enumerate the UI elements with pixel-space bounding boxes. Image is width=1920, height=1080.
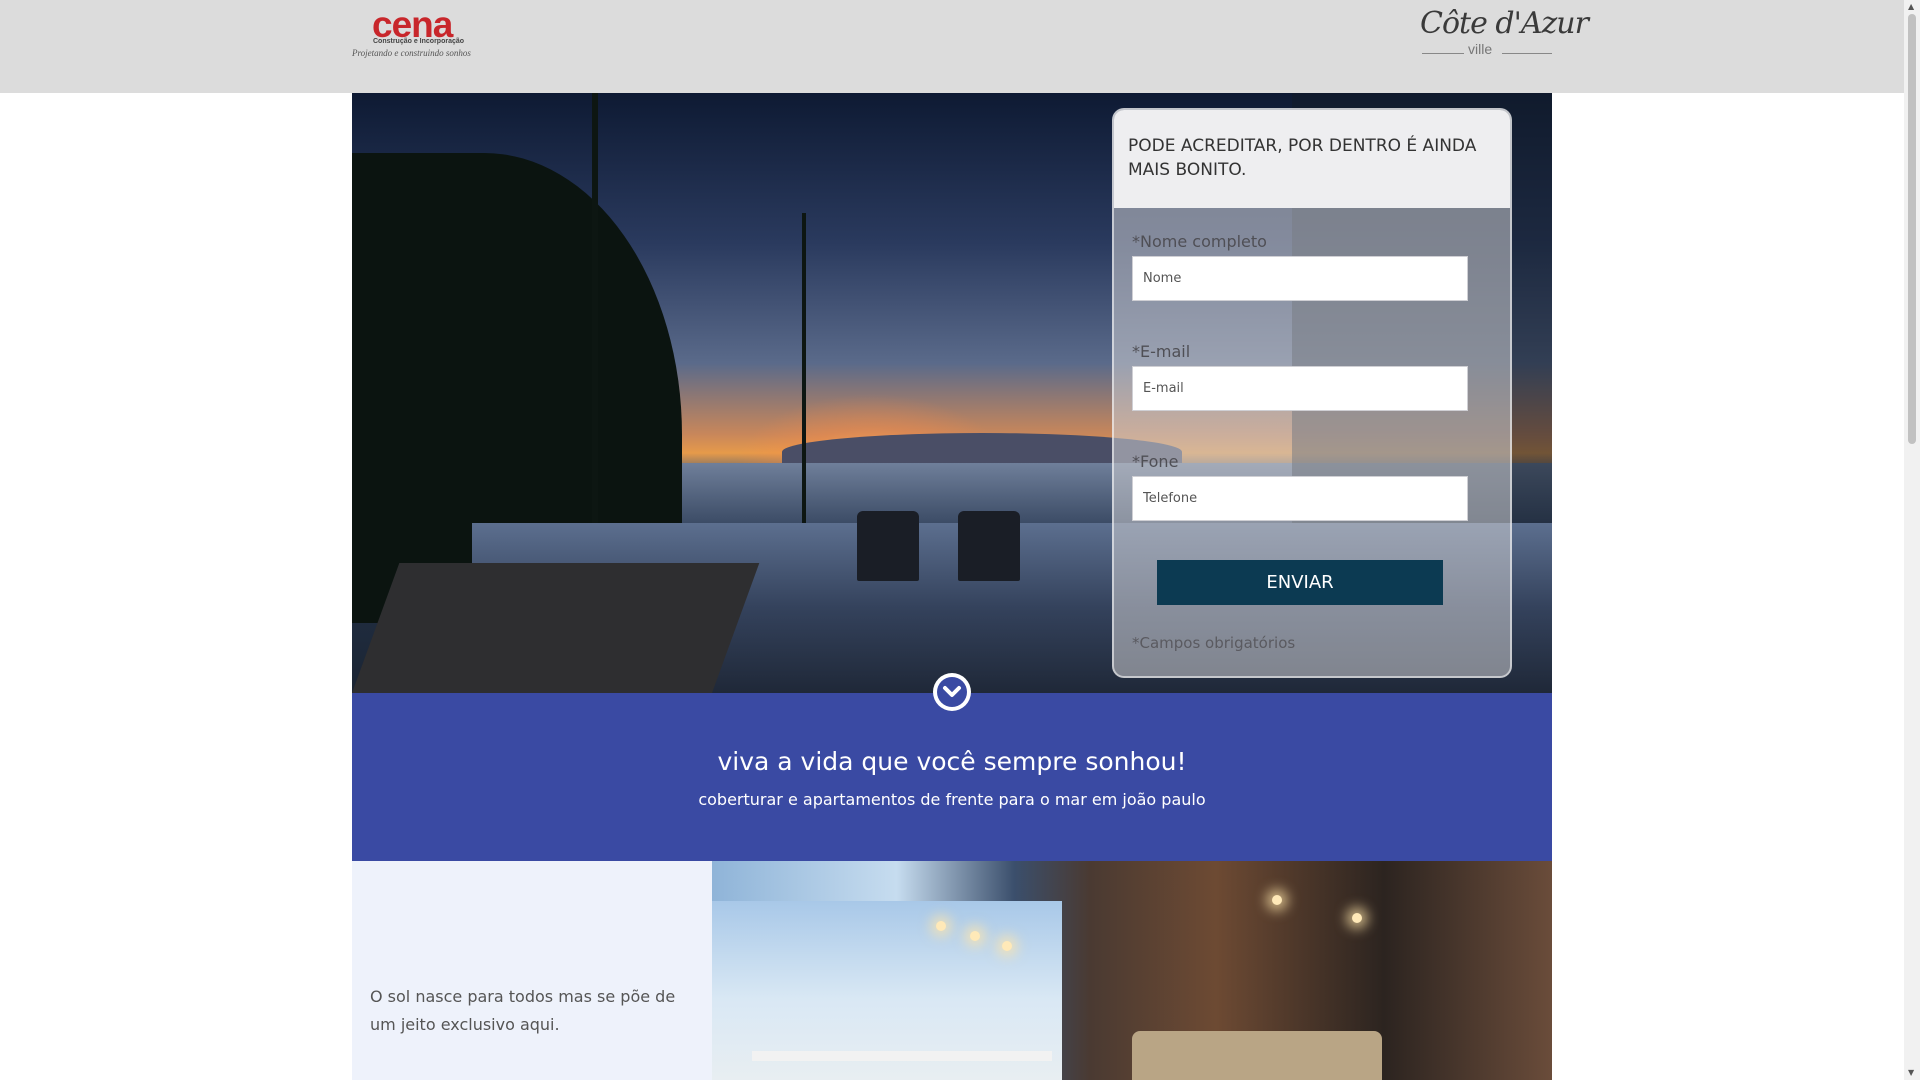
cena-logo-tagline: Projetando e construindo sonhos bbox=[352, 48, 471, 58]
logo-divider-right bbox=[1502, 53, 1552, 54]
scrollbar-thumb[interactable] bbox=[1908, 14, 1916, 444]
feature-text-panel: O sol nasce para todos mas se põe de um … bbox=[352, 861, 712, 1080]
pendant-light bbox=[1002, 941, 1012, 951]
dining-table bbox=[752, 1051, 1052, 1061]
pendant-light bbox=[936, 921, 946, 931]
chevron-down-icon bbox=[937, 677, 967, 707]
page-scrollbar[interactable]: ▲ ▼ bbox=[1904, 0, 1920, 1080]
form-heading: PODE ACREDITAR, POR DENTRO É AINDA MAIS … bbox=[1114, 110, 1510, 208]
logo-divider-left bbox=[1422, 53, 1464, 54]
ceiling-light bbox=[1352, 913, 1362, 923]
pendant-light bbox=[970, 931, 980, 941]
palm-trunk bbox=[592, 93, 598, 533]
sofa bbox=[1132, 1031, 1382, 1080]
cena-logo[interactable]: cena Construção e Incorporação Projetand… bbox=[350, 6, 485, 60]
ceiling-light bbox=[1272, 895, 1282, 905]
submit-button[interactable]: ENVIAR bbox=[1157, 560, 1443, 605]
cote-dazur-logo-ville: ville bbox=[1468, 41, 1493, 57]
scroll-up-arrow-icon[interactable]: ▲ bbox=[1908, 2, 1914, 12]
lead-form: PODE ACREDITAR, POR DENTRO É AINDA MAIS … bbox=[1112, 108, 1512, 678]
email-field-label: *E-mail bbox=[1132, 342, 1191, 361]
cote-dazur-logo[interactable]: Côte d'Azur ville bbox=[1418, 4, 1589, 60]
palm-trunk bbox=[802, 213, 806, 543]
pool-deck bbox=[352, 563, 760, 693]
cena-logo-subtitle: Construção e Incorporação bbox=[373, 38, 465, 45]
name-field-label: *Nome completo bbox=[1132, 232, 1267, 251]
tagline-band: viva a vida que você sempre sonhou! cobe… bbox=[352, 693, 1552, 861]
band-subline: coberturar e apartamentos de frente para… bbox=[698, 790, 1206, 809]
site-header: cena Construção e Incorporação Projetand… bbox=[0, 0, 1904, 93]
scroll-down-button[interactable] bbox=[933, 673, 971, 711]
lounge-chair bbox=[857, 511, 919, 581]
name-input[interactable] bbox=[1132, 256, 1468, 301]
phone-input[interactable] bbox=[1132, 476, 1468, 521]
required-fields-note: *Campos obrigatórios bbox=[1132, 634, 1296, 652]
lounge-chair bbox=[958, 511, 1020, 581]
interior-render-image bbox=[712, 861, 1552, 1080]
email-input[interactable] bbox=[1132, 366, 1468, 411]
band-headline: viva a vida que você sempre sonhou! bbox=[717, 747, 1187, 776]
phone-field-label: *Fone bbox=[1132, 452, 1179, 471]
feature-text: O sol nasce para todos mas se põe de um … bbox=[370, 987, 676, 1034]
cote-dazur-logo-script: Côte d'Azur bbox=[1420, 6, 1589, 41]
scroll-down-arrow-icon[interactable]: ▼ bbox=[1908, 1068, 1914, 1078]
